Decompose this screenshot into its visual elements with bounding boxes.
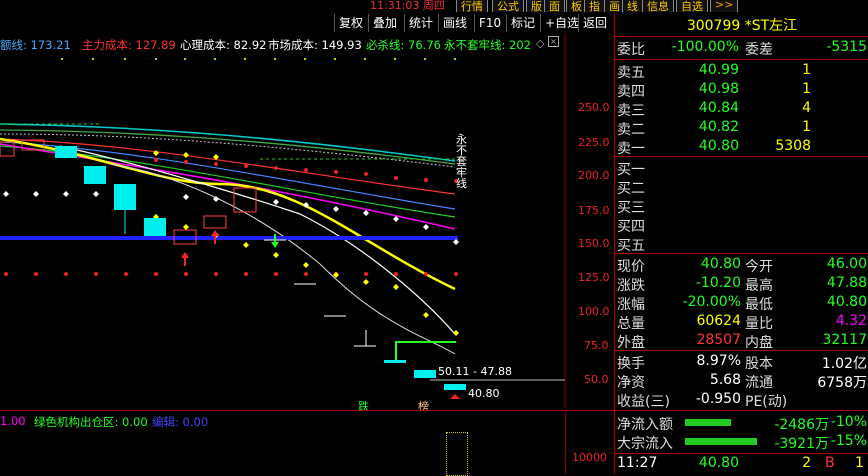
ask-row[interactable]: 卖二 40.82 1 <box>615 119 868 138</box>
kline-chart[interactable] <box>0 34 614 408</box>
menu-zixuan[interactable]: 自选 <box>676 0 708 12</box>
stat-row: 涨跌 -10.20 最高 47.88 <box>617 275 867 294</box>
flow-row: 大宗流入 -3921万 -15% <box>617 433 867 452</box>
menu-more[interactable]: >> <box>710 0 739 12</box>
y-tick-250: 250.0 <box>578 101 610 114</box>
top-menu-strip: 11:31:03 周四 行情 公式 版 面 板 指 画 线 信息 自选 >> <box>0 0 868 12</box>
flow-bar <box>685 419 731 426</box>
bid-row[interactable]: 买三 <box>615 197 868 216</box>
add-watchlist-button[interactable]: +自选 <box>540 14 583 32</box>
never-trapped-vertical-label: 永不套牢线 <box>456 133 467 190</box>
ask-row[interactable]: 卖一 40.80 5308 <box>615 138 868 157</box>
stock-code: 300799 <box>686 18 741 34</box>
bid-row[interactable]: 买一 <box>615 159 868 178</box>
flow-bar <box>685 438 757 445</box>
y-tick-200: 200.0 <box>578 169 610 182</box>
stat-row: 外盘 28507 内盘 32117 <box>617 332 867 351</box>
y-tick-125: 125.0 <box>578 271 610 284</box>
y-tick-75: 75.0 <box>584 339 609 352</box>
overlay-button[interactable]: 叠加 <box>368 14 401 32</box>
bid-row[interactable]: 买四 <box>615 216 868 235</box>
last-price-label: 40.80 <box>468 387 500 400</box>
f10-button[interactable]: F10 <box>474 14 505 32</box>
quote-panel: 300799 *ST左江 委比 -100.00% 委差 -5315 卖五 40.… <box>614 12 868 474</box>
stat-row: 现价 40.80 今开 46.00 <box>617 256 867 275</box>
y-tick-150: 150.0 <box>578 237 610 250</box>
bid-row[interactable]: 买五 <box>615 235 868 254</box>
ask-row[interactable]: 卖四 40.98 1 <box>615 81 868 100</box>
clock: 11:31:03 周四 <box>370 0 445 12</box>
flow-row: 净流入额 -2486万 -10% <box>617 414 867 433</box>
stat2-row: 换手 8.97% 股本 1.02亿 <box>617 353 867 372</box>
y-tick-100: 100.0 <box>578 305 610 318</box>
tick-row: 11:27 40.80 2 B 1 <box>617 455 864 471</box>
stats-button[interactable]: 统计 <box>404 14 437 32</box>
stat-row: 涨幅 -20.00% 最低 40.80 <box>617 294 867 313</box>
range-label: 50.11 - 47.88 <box>438 365 512 378</box>
stat-row: 总量 60624 量比 4.32 <box>617 313 867 332</box>
menu-xinxi[interactable]: 信息 <box>642 0 674 12</box>
y-tick-50: 50.0 <box>584 373 609 386</box>
top-dot-row <box>61 58 456 60</box>
fuquan-button[interactable]: 复权 <box>334 14 367 32</box>
ask-row[interactable]: 卖三 40.84 4 <box>615 100 868 119</box>
y-tick-175: 175.0 <box>578 204 610 217</box>
mark-button[interactable]: 标记 <box>506 14 539 32</box>
menu-mian[interactable]: 面 <box>544 0 565 12</box>
stat2-row: 净资 5.68 流通 6758万 <box>617 372 867 391</box>
menu-xian[interactable]: 线 <box>622 0 643 12</box>
bid-row[interactable]: 买二 <box>615 178 868 197</box>
y-tick-225: 225.0 <box>578 136 610 149</box>
stat2-row: 收益(三) -0.950 PE(动) <box>617 391 788 410</box>
draw-line-button[interactable]: 画线 <box>438 14 471 32</box>
sub-y-tick: 10000 <box>572 451 607 464</box>
menu-zhi[interactable]: 指 <box>584 0 605 12</box>
menu-hangqing[interactable]: 行情 <box>456 0 488 12</box>
menu-gongshi[interactable]: 公式 <box>492 0 524 12</box>
back-button[interactable]: 返回 <box>578 14 611 32</box>
sub-indicator-green-zone: 绿色机构出仓区: 0.00 <box>34 415 148 429</box>
stock-title[interactable]: 300799 *ST左江 <box>615 15 868 34</box>
ask-row[interactable]: 卖五 40.99 1 <box>615 62 868 81</box>
weibi-row: 委比 -100.00% 委差 -5315 <box>617 39 867 58</box>
stock-name: *ST左江 <box>744 18 798 34</box>
sub-indicator-1: 1.00 <box>0 414 26 428</box>
sub-indicator-edit: 编辑: 0.00 <box>152 415 209 429</box>
